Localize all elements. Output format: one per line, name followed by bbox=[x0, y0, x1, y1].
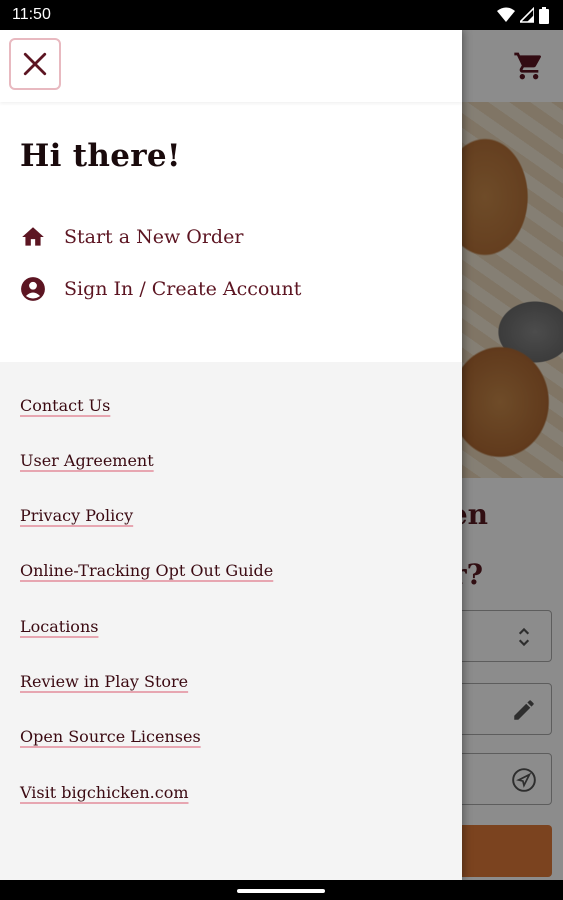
privacy-policy-link[interactable]: Privacy Policy bbox=[20, 506, 133, 525]
review-in-play-store-link[interactable]: Review in Play Store bbox=[20, 672, 188, 691]
navigation-drawer: Hi there! Start a New Order Sign In / Cr… bbox=[0, 30, 462, 880]
status-time: 11:50 bbox=[12, 6, 51, 23]
status-bar: 11:50 bbox=[0, 0, 563, 30]
account-circle-icon bbox=[20, 276, 46, 302]
sign-in-create-account-label: Sign In / Create Account bbox=[64, 278, 302, 300]
contact-us-link[interactable]: Contact Us bbox=[20, 396, 110, 415]
start-new-order-item[interactable]: Start a New Order bbox=[20, 219, 243, 255]
battery-icon bbox=[539, 6, 549, 24]
close-icon bbox=[23, 52, 47, 76]
drawer-header bbox=[0, 30, 462, 102]
user-agreement-link[interactable]: User Agreement bbox=[20, 451, 154, 470]
open-source-licenses-link[interactable]: Open Source Licenses bbox=[20, 727, 201, 746]
locations-link[interactable]: Locations bbox=[20, 617, 98, 636]
status-icons bbox=[497, 6, 549, 24]
start-new-order-label: Start a New Order bbox=[64, 226, 244, 248]
home-icon bbox=[20, 224, 46, 250]
wifi-icon bbox=[497, 7, 515, 22]
cellular-signal-icon bbox=[520, 7, 534, 23]
sign-in-create-account-item[interactable]: Sign In / Create Account bbox=[20, 271, 301, 307]
online-tracking-opt-out-link[interactable]: Online-Tracking Opt Out Guide bbox=[20, 561, 273, 580]
gesture-handle[interactable] bbox=[237, 889, 325, 893]
close-button[interactable] bbox=[9, 38, 61, 90]
greeting-heading: Hi there! bbox=[20, 138, 181, 174]
visit-website-link[interactable]: Visit bigchicken.com bbox=[20, 783, 189, 802]
